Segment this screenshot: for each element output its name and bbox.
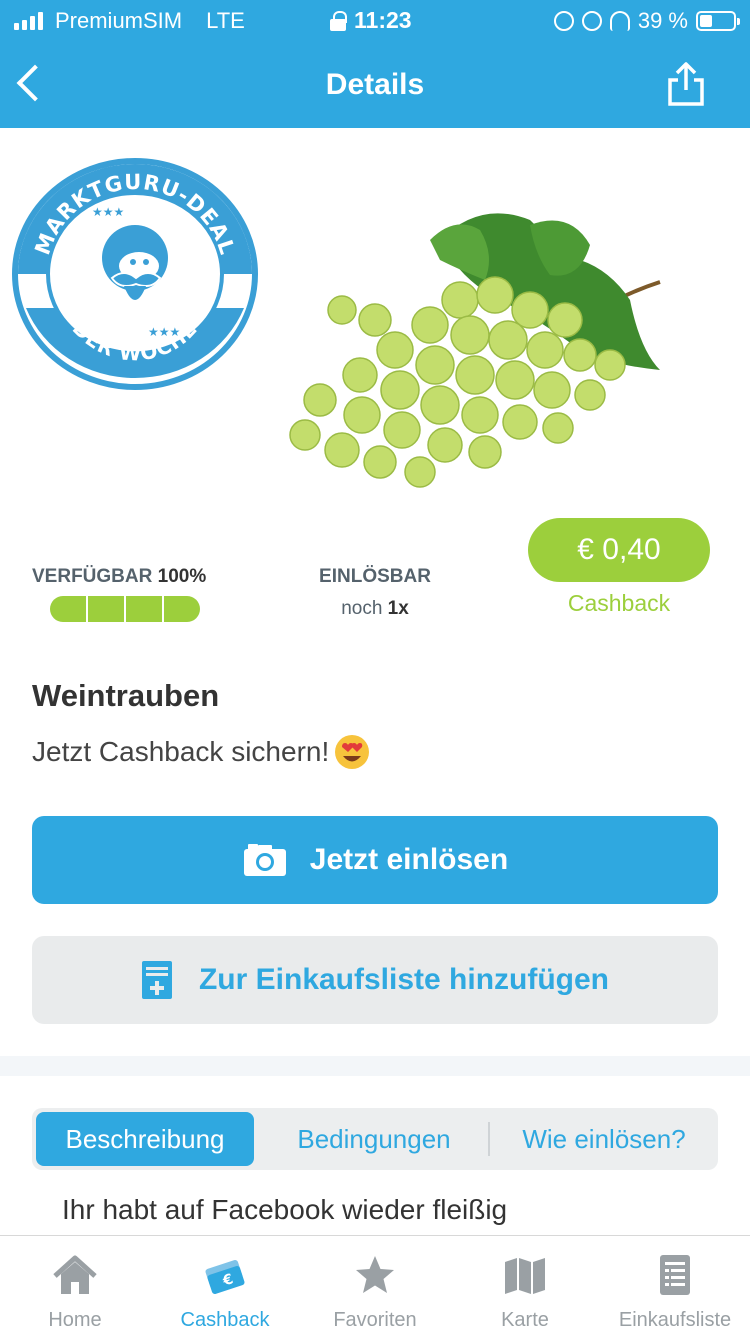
battery-icon: [696, 11, 740, 31]
network-type: LTE: [206, 8, 245, 33]
product-name: Weintrauben: [32, 678, 220, 713]
tab-description[interactable]: Beschreibung: [36, 1112, 254, 1166]
tabbar-label-shopping-list: Einkaufsliste: [618, 1309, 732, 1331]
tab-how-to-redeem[interactable]: Wie einlösen?: [494, 1112, 714, 1166]
redeem-button[interactable]: Jetzt einlösen: [32, 816, 718, 904]
tab-conditions[interactable]: Bedingungen: [264, 1112, 484, 1166]
list-icon: [660, 1255, 690, 1295]
redeemable-prefix: noch: [341, 598, 383, 619]
page-title: Details: [325, 68, 425, 101]
map-icon: [505, 1258, 545, 1294]
product-subtitle: Jetzt Cashback sichern!: [32, 733, 371, 771]
add-to-list-label: Zur Einkaufsliste hinzufügen: [198, 963, 610, 996]
tabbar-label-cashback: Cashback: [180, 1309, 270, 1331]
tabbar-item-cashback[interactable]: € Cashback: [150, 1236, 300, 1334]
star-icon: [356, 1256, 394, 1293]
svg-text:★★★: ★★★: [148, 325, 180, 339]
tabbar-label-home: Home: [48, 1309, 102, 1331]
status-bar: PremiumSIM LTE 11:23 39 %: [0, 0, 750, 40]
share-button[interactable]: [664, 60, 708, 108]
signal-icon: [14, 12, 43, 30]
cashback-icon: €: [205, 1260, 245, 1294]
rotation-lock-icon: [553, 11, 574, 31]
redeem-button-label: Jetzt einlösen: [309, 843, 509, 876]
cashback-label: Cashback: [567, 590, 671, 616]
lock-icon: [330, 10, 347, 31]
bottom-tab-bar: Home € Cashback Favoriten Karte Einkaufs…: [0, 1235, 750, 1334]
availability-value: 100%: [157, 566, 207, 587]
availability-bar: [50, 596, 200, 622]
availability-label: VERFÜGBAR 100%: [32, 566, 206, 588]
heart-eyes-emoji-icon: [335, 735, 370, 769]
tabbar-label-favorites: Favoriten: [333, 1309, 417, 1331]
tabbar-item-home[interactable]: Home: [0, 1236, 150, 1334]
svg-text:★★★: ★★★: [92, 205, 124, 219]
deal-of-week-badge: MARKTGURU-DEAL DER WOCHE ★★★ ★★★: [12, 158, 258, 390]
product-image-grapes: [289, 213, 661, 488]
product-subtitle-text: Jetzt Cashback sichern!: [32, 736, 330, 767]
carrier-name: PremiumSIM: [55, 8, 183, 33]
tabbar-item-favorites[interactable]: Favoriten: [300, 1236, 450, 1334]
headphones-icon: [609, 11, 630, 31]
add-to-list-icon: [141, 961, 172, 999]
add-to-shopping-list-button[interactable]: Zur Einkaufsliste hinzufügen: [32, 936, 718, 1024]
section-divider: [0, 1056, 750, 1076]
cashback-price-badge: € 0,40: [528, 518, 710, 582]
redeemable-count: noch 1x: [300, 598, 450, 620]
tabbar-item-map[interactable]: Karte: [450, 1236, 600, 1334]
share-icon: [668, 62, 704, 106]
description-text: Ihr habt auf Facebook wieder fleißig: [62, 1194, 508, 1225]
redeemable-value: 1x: [387, 598, 409, 619]
camera-icon: [243, 844, 286, 876]
redeemable-label: EINLÖSBAR: [319, 566, 431, 587]
info-segmented-control: Beschreibung Bedingungen Wie einlösen?: [32, 1108, 718, 1170]
segment-separator: [488, 1122, 490, 1156]
battery-percent: 39 %: [637, 8, 688, 33]
tabbar-label-map: Karte: [501, 1309, 549, 1331]
top-bar: PremiumSIM LTE 11:23 39 % Details: [0, 0, 750, 128]
availability-label-text: VERFÜGBAR: [32, 566, 153, 587]
alarm-icon: [581, 11, 602, 31]
clock: 11:23: [354, 7, 412, 33]
home-icon: [53, 1255, 97, 1294]
tabbar-item-shopping-list[interactable]: Einkaufsliste: [600, 1236, 750, 1334]
